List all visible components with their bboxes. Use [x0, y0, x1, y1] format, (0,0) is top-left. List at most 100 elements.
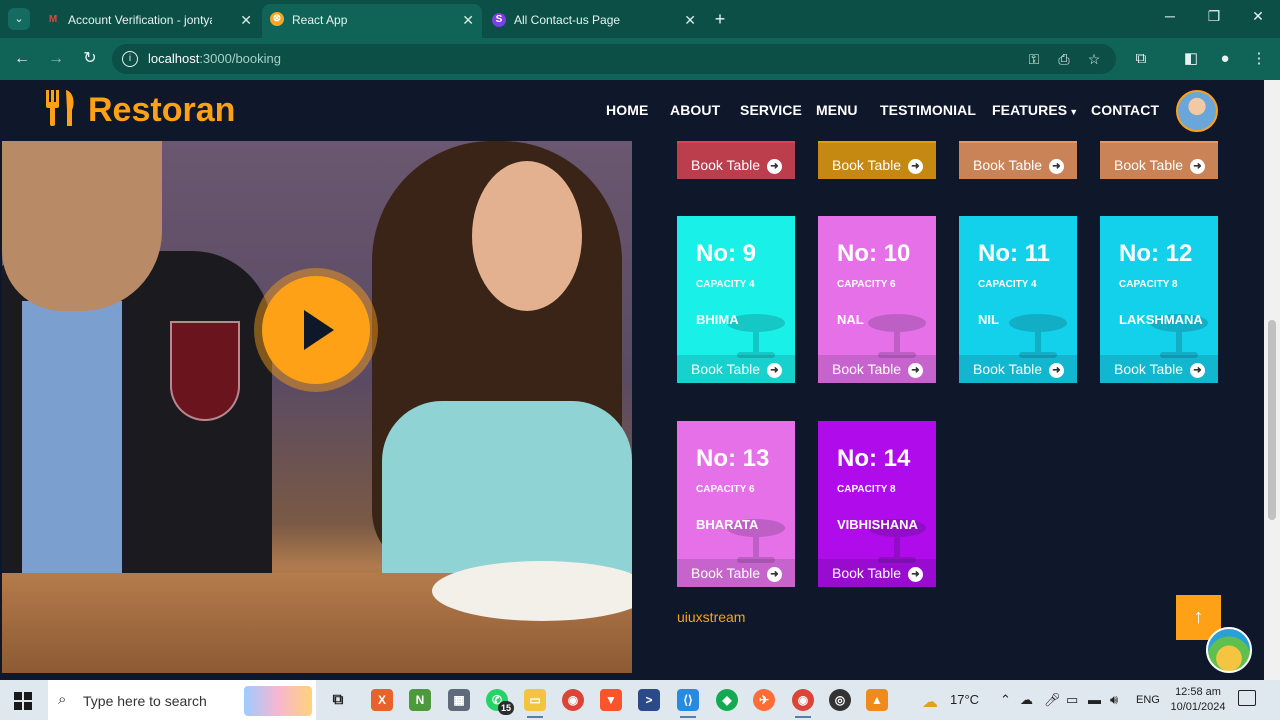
extensions-icon[interactable]: ⧉ — [1130, 49, 1152, 69]
search-icon: ⌕ — [58, 691, 67, 708]
close-icon[interactable]: ✕ — [462, 4, 474, 36]
taskbar-clock[interactable]: 12:58 am 10/01/2024 — [1166, 685, 1230, 715]
book-table-button[interactable]: Book Table ➜ — [818, 355, 936, 383]
profile-avatar-icon[interactable]: ● — [1214, 49, 1236, 69]
chrome-icon[interactable]: ◉ — [562, 689, 584, 711]
calculator-icon[interactable]: ▦ — [448, 689, 470, 711]
book-table-button[interactable]: Book Table ➜ — [677, 355, 795, 383]
chrome-profile-icon[interactable]: ◉ — [792, 689, 814, 718]
tab-all-contact-us[interactable]: S All Contact-us Page ✕ — [484, 5, 704, 35]
arrow-right-circle-icon: ➜ — [1189, 158, 1205, 174]
tab-label: All Contact-us Page — [514, 13, 621, 27]
table-card-10: No: 10 CAPACITY 6 NAL Book Table ➜ — [818, 216, 936, 383]
footer-credit: uiuxstream — [677, 609, 746, 625]
powershell-icon[interactable]: > — [638, 689, 660, 711]
url-text[interactable]: localhost:3000/booking — [148, 51, 281, 66]
arrow-right-circle-icon: ➜ — [1048, 362, 1064, 378]
cloud-sync-icon[interactable]: ☁ — [1020, 692, 1033, 708]
caret-down-icon: ▼ — [1069, 107, 1079, 117]
book-table-button[interactable]: Book Table ➜ — [677, 143, 795, 179]
site-info-icon[interactable]: i — [122, 51, 138, 67]
close-window-button[interactable]: ✕ — [1248, 8, 1268, 25]
notification-badge: 15 — [498, 701, 514, 715]
notepad-plus-icon[interactable]: N — [409, 689, 431, 711]
tab-react-app[interactable]: ⊗ React App ✕ — [262, 4, 482, 38]
tab-search-button[interactable]: ⌄ — [8, 8, 30, 30]
chevron-up-icon[interactable]: ⌃ — [1000, 692, 1011, 708]
install-app-icon[interactable]: ⎙ — [1054, 50, 1074, 68]
table-name: LAKSHMANA — [1119, 312, 1203, 327]
mongodb-compass-icon[interactable]: ◆ — [716, 689, 738, 711]
book-table-button[interactable]: Book Table ➜ — [959, 355, 1077, 383]
volume-icon[interactable]: 🔊︎ — [1110, 692, 1118, 708]
forward-button[interactable]: → — [46, 49, 66, 69]
table-capacity: CAPACITY 8 — [1119, 279, 1178, 290]
nav-menu[interactable]: MENU — [816, 102, 858, 118]
task-view-icon[interactable]: ⧉ — [327, 689, 349, 711]
restore-button[interactable]: ❐ — [1204, 8, 1224, 25]
notification-center-icon[interactable] — [1238, 690, 1256, 706]
table-card-14: No: 14 CAPACITY 8 VIBHISHANA Book Table … — [818, 421, 936, 587]
page-scrollbar[interactable] — [1264, 80, 1280, 680]
book-table-button[interactable]: Book Table ➜ — [677, 559, 795, 587]
windows-start-button[interactable] — [14, 692, 32, 710]
book-table-button[interactable]: Book Table ➜ — [818, 559, 936, 587]
xampp-icon[interactable]: X — [371, 689, 393, 711]
video-play-button[interactable] — [262, 276, 370, 384]
vscode-icon[interactable]: ⟨⟩ — [677, 689, 699, 718]
postman-icon[interactable]: ✈ — [753, 689, 775, 711]
url-host: localhost — [148, 51, 200, 66]
microphone-icon[interactable]: 🎤︎ — [1044, 692, 1061, 708]
book-table-button[interactable]: Book Table ➜ — [1100, 355, 1218, 383]
book-table-button[interactable]: Book Table ➜ — [959, 143, 1077, 179]
arrow-right-circle-icon: ➜ — [907, 362, 923, 378]
nav-features[interactable]: FEATURES ▼ — [992, 102, 1078, 118]
table-name: NIL — [978, 312, 999, 327]
key-icon[interactable]: ⚿ — [1024, 50, 1044, 68]
vlc-icon[interactable]: ▲ — [866, 689, 888, 711]
book-table-button[interactable]: Book Table ➜ — [1100, 143, 1218, 179]
menu-kebab-icon[interactable]: ⋮ — [1248, 49, 1270, 69]
minimize-button[interactable]: ─ — [1160, 8, 1180, 24]
nav-service[interactable]: SERVICE — [740, 102, 802, 118]
nav-home[interactable]: HOME — [606, 102, 648, 118]
address-bar[interactable]: i localhost:3000/booking ⚿ ⎙ ☆ — [112, 44, 1116, 74]
input-language[interactable]: ENG — [1136, 694, 1160, 706]
tab-account-verification[interactable]: M Account Verification - jontyabir ✕ — [38, 5, 260, 35]
whatsapp-icon[interactable]: ✆ 15 — [486, 689, 514, 715]
weather-temperature[interactable]: 17°C — [950, 692, 979, 707]
back-button[interactable]: ← — [12, 49, 32, 69]
network-icon[interactable]: ▭ — [1066, 692, 1078, 708]
weather-icon[interactable]: ☁ — [922, 692, 938, 712]
arrow-right-circle-icon: ➜ — [1048, 158, 1064, 174]
nav-about[interactable]: ABOUT — [670, 102, 720, 118]
table-number: No: 11 — [978, 240, 1051, 267]
app-s-icon: S — [492, 13, 506, 27]
play-icon — [304, 310, 334, 350]
close-icon[interactable]: ✕ — [684, 5, 696, 35]
tab-label: Account Verification - jontyabir — [68, 13, 212, 27]
brand-name: Restoran — [88, 91, 236, 129]
scrollbar-thumb[interactable] — [1268, 320, 1276, 520]
new-tab-button[interactable]: + — [710, 8, 730, 30]
user-avatar[interactable] — [1176, 90, 1218, 132]
file-explorer-icon[interactable]: ▭ — [524, 689, 546, 718]
bookmark-star-icon[interactable]: ☆ — [1084, 50, 1104, 68]
close-icon[interactable]: ✕ — [240, 5, 252, 35]
table-capacity: CAPACITY 8 — [837, 484, 896, 495]
tab-label: React App — [292, 13, 348, 27]
brave-icon[interactable]: ▼ — [600, 689, 622, 711]
taskbar-search-box[interactable]: ⌕ Type here to search — [48, 680, 316, 720]
side-panel-icon[interactable]: ◧ — [1180, 49, 1202, 69]
nav-testimonial[interactable]: TESTIMONIAL — [880, 102, 976, 118]
book-table-button[interactable]: Book Table ➜ — [818, 143, 936, 179]
obs-icon[interactable]: ◎ — [829, 689, 851, 711]
floating-widget-icon[interactable] — [1206, 627, 1252, 673]
table-capacity: CAPACITY 4 — [978, 279, 1037, 290]
table-capacity: CAPACITY 6 — [696, 484, 755, 495]
nav-contact[interactable]: CONTACT — [1091, 102, 1159, 118]
reload-button[interactable]: ↻ — [80, 49, 100, 69]
table-number: No: 13 — [696, 445, 770, 472]
battery-icon[interactable]: ▬ — [1088, 692, 1101, 707]
brand-logo[interactable]: Restoran — [44, 88, 235, 132]
